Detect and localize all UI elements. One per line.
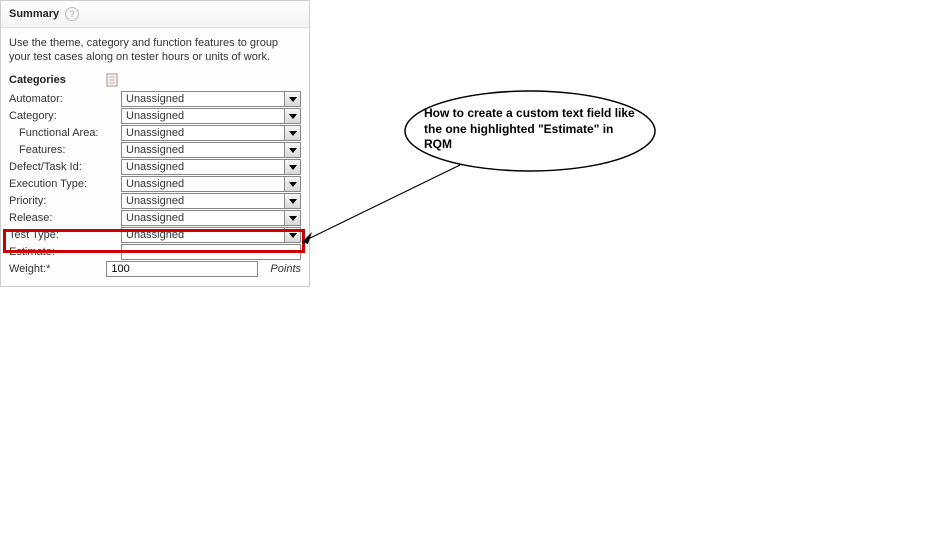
combo-features[interactable]: Unassigned [121,142,301,158]
help-icon[interactable]: ? [65,7,79,21]
combo-testtype[interactable]: Unassigned [121,227,301,243]
row-release: Release: Unassigned [9,210,301,227]
chevron-down-icon [284,228,300,242]
chevron-down-icon [284,177,300,191]
label-testtype: Test Type: [9,229,121,241]
chevron-down-icon [284,126,300,140]
input-weight[interactable] [106,261,258,277]
input-estimate[interactable] [121,244,301,260]
chevron-down-icon [284,194,300,208]
chevron-down-icon [284,109,300,123]
label-automator: Automator: [9,93,121,105]
chevron-down-icon [284,160,300,174]
combo-automator[interactable]: Unassigned [121,91,301,107]
label-weight: Weight:* [9,263,106,275]
row-features: Features: Unassigned [9,142,301,159]
categories-manage-icon[interactable] [106,73,118,87]
intro-text: Use the theme, category and function fea… [9,36,301,65]
row-priority: Priority: Unassigned [9,193,301,210]
annotation-text: How to create a custom text field like t… [424,106,644,153]
combo-category[interactable]: Unassigned [121,108,301,124]
combo-release[interactable]: Unassigned [121,210,301,226]
panel-body: Use the theme, category and function fea… [1,28,309,286]
chevron-down-icon [284,143,300,157]
label-release: Release: [9,212,121,224]
weight-unit: Points [270,263,301,275]
label-exectype: Execution Type: [9,178,121,190]
annotation-callout: How to create a custom text field like t… [400,86,660,176]
row-exectype: Execution Type: Unassigned [9,176,301,193]
summary-panel: Summary ? Use the theme, category and fu… [0,0,310,287]
row-category: Category: Unassigned [9,108,301,125]
panel-title: Summary [9,8,59,20]
row-funcarea: Functional Area: Unassigned [9,125,301,142]
row-estimate: Estimate: [9,244,301,261]
panel-header: Summary ? [1,1,309,28]
combo-exectype[interactable]: Unassigned [121,176,301,192]
chevron-down-icon [284,211,300,225]
label-priority: Priority: [9,195,121,207]
row-testtype: Test Type: Unassigned [9,227,301,244]
combo-funcarea[interactable]: Unassigned [121,125,301,141]
label-category: Category: [9,110,121,122]
categories-label: Categories [9,74,66,86]
chevron-down-icon [284,92,300,106]
categories-header: Categories [9,73,301,87]
combo-priority[interactable]: Unassigned [121,193,301,209]
label-features: Features: [9,144,121,156]
row-defect: Defect/Task Id: Unassigned [9,159,301,176]
row-weight: Weight:* Points [9,261,301,278]
label-estimate: Estimate: [9,246,121,258]
label-funcarea: Functional Area: [9,127,121,139]
label-defect: Defect/Task Id: [9,161,121,173]
row-automator: Automator: Unassigned [9,91,301,108]
combo-defect[interactable]: Unassigned [121,159,301,175]
